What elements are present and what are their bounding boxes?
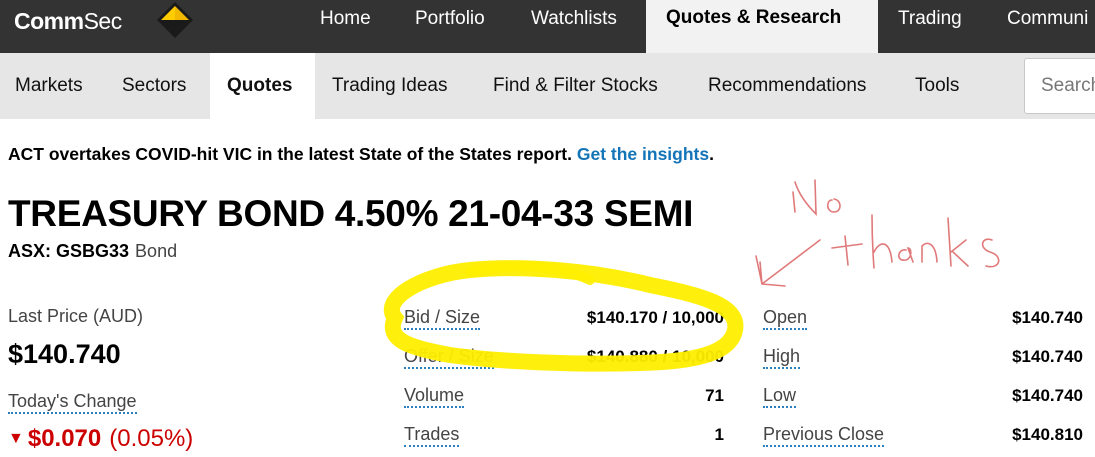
security-type: Bond: [135, 241, 178, 261]
top-navigation-bar: CommSec Home Portfolio Watchlists Quotes…: [0, 0, 1095, 53]
stat-label-high[interactable]: High: [763, 346, 801, 369]
stat-label-low[interactable]: Low: [763, 385, 797, 408]
stat-label-offer-size[interactable]: Offer / Size: [404, 346, 494, 369]
stat-value-high: $140.740: [1012, 347, 1083, 366]
stat-value-previous-close: $140.810: [1012, 425, 1083, 444]
logo-text-rest: Sec: [83, 7, 123, 34]
security-title: TREASURY BOND 4.50% 21-04-33 SEMI: [8, 193, 694, 234]
todays-change-label[interactable]: Today's Change: [8, 391, 137, 414]
stat-value-bid-size: $140.170 / 10,000: [586, 308, 724, 327]
handwritten-thanks: [831, 214, 1000, 269]
change-percent: (0.05%): [109, 425, 194, 452]
top-nav-home[interactable]: Home: [320, 0, 371, 38]
todays-change: ▼ $0.070 (0.05%): [8, 425, 193, 453]
sub-nav-tools[interactable]: Tools: [915, 53, 959, 119]
sub-nav-recommendations[interactable]: Recommendations: [708, 53, 866, 119]
stat-value-low: $140.740: [1012, 386, 1083, 405]
search-input[interactable]: [1024, 58, 1095, 114]
sub-nav-trading-ideas[interactable]: Trading Ideas: [332, 53, 447, 119]
banner-text: ACT overtakes COVID-hit VIC in the lates…: [8, 144, 577, 164]
top-nav-community[interactable]: Communi: [1007, 0, 1088, 38]
stat-label-volume[interactable]: Volume: [404, 385, 465, 408]
sub-nav-sectors[interactable]: Sectors: [122, 53, 186, 119]
stat-label-previous-close[interactable]: Previous Close: [763, 424, 885, 447]
stat-value-offer-size: $140.880 / 10,000: [586, 347, 724, 366]
handwritten-no: [792, 179, 841, 216]
change-amount: $0.070: [27, 425, 102, 452]
stat-label-bid-size[interactable]: Bid / Size: [404, 307, 481, 330]
stat-value-volume: 71: [705, 386, 724, 405]
sub-nav-find-filter-stocks[interactable]: Find & Filter Stocks: [493, 53, 658, 119]
top-nav-portfolio[interactable]: Portfolio: [415, 0, 485, 38]
stat-label-trades[interactable]: Trades: [404, 424, 460, 447]
last-price-value: $140.740: [8, 339, 121, 369]
top-nav-trading[interactable]: Trading: [898, 0, 962, 38]
last-price-label: Last Price (AUD): [8, 306, 144, 326]
down-arrow-icon: ▼: [8, 430, 24, 447]
banner-end: .: [709, 144, 714, 164]
sub-nav-markets[interactable]: Markets: [15, 53, 83, 119]
secondary-navigation-bar: Markets Sectors Quotes Trading Ideas Fin…: [0, 53, 1095, 119]
get-insights-link[interactable]: Get the insights: [577, 144, 709, 164]
handwritten-arrow: [755, 239, 821, 287]
commbank-diamond-icon: [157, 2, 193, 38]
top-nav-watchlists[interactable]: Watchlists: [531, 0, 617, 38]
stat-value-trades: 1: [714, 425, 724, 444]
security-code: ASX: GSBG33: [8, 241, 130, 261]
logo-text-bold: Comm: [14, 7, 84, 34]
promo-banner: ACT overtakes COVID-hit VIC in the lates…: [8, 144, 714, 165]
commsec-logo[interactable]: CommSec: [14, 6, 122, 36]
sub-nav-quotes[interactable]: Quotes: [210, 53, 315, 119]
stat-label-open[interactable]: Open: [763, 307, 808, 330]
security-subtitle: ASX: GSBG33 Bond: [8, 241, 177, 262]
stat-value-open: $140.740: [1012, 308, 1083, 327]
top-nav-quotes-research[interactable]: Quotes & Research: [646, 0, 878, 53]
